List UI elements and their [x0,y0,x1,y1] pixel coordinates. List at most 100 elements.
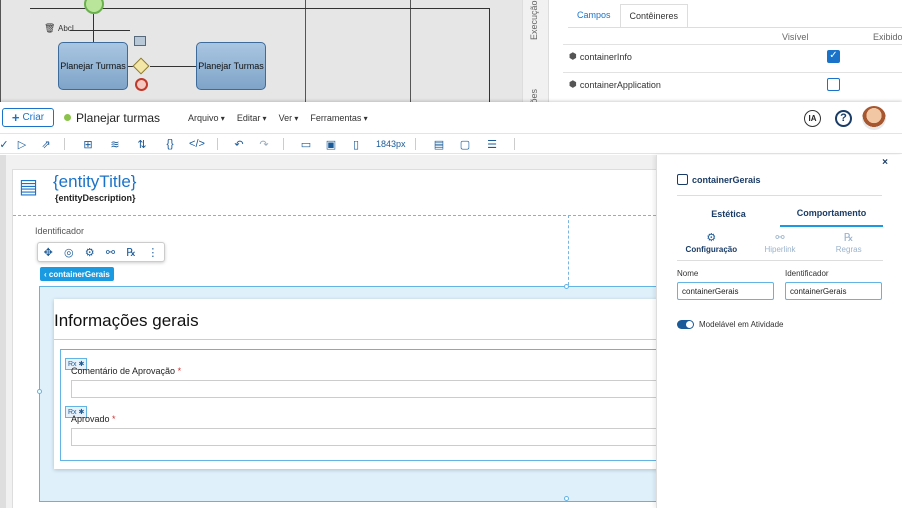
link-icon: ⚯ [775,232,785,244]
mobile-view-icon[interactable]: ▯ [348,136,364,152]
components-icon[interactable]: ⊞ [80,136,96,152]
end-event[interactable] [135,78,148,91]
panel-tabs: Estética Comportamento [677,201,883,227]
subtab-configuracao[interactable]: ⚙ Configuração [677,231,746,260]
subtab-label: Regras [835,245,862,254]
menu-arquivo[interactable]: Arquivo [188,113,225,123]
app-header: +Criar Planejar turmas Arquivo Editar Ve… [0,102,902,134]
check-icon[interactable]: ✓ [0,136,12,152]
connector [93,14,94,42]
export-icon[interactable]: ⇗ [38,136,54,152]
layers-icon[interactable]: ≋ [107,136,123,152]
flow-icon[interactable]: ⇅ [134,136,150,152]
app-title: Planejar turmas [76,110,161,125]
tab-comportamento[interactable]: Comportamento [780,201,883,227]
container-gerais[interactable]: Informações gerais Rx ✱ Comentário de Ap… [37,284,656,502]
subtab-hiperlink[interactable]: ⚯ Hiperlink [746,231,815,260]
menu-ferramentas[interactable]: Ferramentas [310,113,367,123]
visible-checkbox[interactable] [827,78,840,91]
modelavel-toggle[interactable] [677,320,694,329]
selected-component-tag[interactable]: ‹ containerGerais [40,267,114,281]
entity-description[interactable]: {entityDescription} [55,193,136,203]
table-row[interactable]: ⬢ containerInfo ✓ - [563,44,902,68]
link-icon[interactable]: ⚯ [106,246,115,259]
vertical-tabs: Execução ções [523,0,549,108]
menu-editar[interactable]: Editar [237,113,267,123]
guide-line [13,215,656,216]
field-aprovado[interactable]: Aprovado * [71,414,656,446]
fields-container[interactable]: Rx ✱ Comentário de Aprovação * Rx ✱ Apro… [60,349,656,461]
ia-icon[interactable]: IA [804,109,821,127]
play-icon[interactable]: ▷ [14,136,30,152]
visible-checkbox[interactable]: ✓ [827,50,840,63]
redo-icon[interactable]: ↷ [256,136,272,152]
toolbar-separator [415,138,416,150]
form-page[interactable]: ▤ {entityTitle} {entityDescription} Iden… [12,169,656,508]
move-icon[interactable]: ✥ [44,246,53,259]
menu-bar: Arquivo Editar Ver Ferramentas [188,113,380,123]
tab-conteineres[interactable]: Contêineres [619,4,689,28]
subtab-regras[interactable]: ℞ Regras [814,231,883,260]
more-icon[interactable]: ⋮ [147,246,158,259]
resize-handle[interactable] [564,284,569,289]
task-planejar-turmas[interactable]: Planejar Turmas [58,42,128,90]
json-icon[interactable]: {} [162,136,178,152]
cube-icon: ⬢ [569,79,577,89]
task-label: Planejar Turmas [198,61,264,71]
section-divider [54,339,656,340]
col-visivel: Visível [782,32,809,42]
aprovado-input[interactable] [71,428,656,446]
text-annotation: AbcI [58,24,75,33]
name-field[interactable] [677,282,774,300]
menu-ver[interactable]: Ver [279,113,299,123]
folder-icon[interactable]: ▢ [457,136,473,152]
palette-icon[interactable]: ◎ [64,246,74,259]
resize-handle[interactable] [37,389,42,394]
required-marker: * [177,366,182,376]
code-icon[interactable]: </> [189,136,205,152]
identifier-field[interactable] [785,282,882,300]
toolbar-separator [514,138,515,150]
task-marker [134,36,146,46]
background-properties-panel: Execução ções Campos Contêineres Visível… [522,0,902,108]
subtab-label: Hiperlink [764,245,796,254]
subtab-label: Configuração [685,245,738,254]
status-dot-icon [64,114,71,121]
gear-icon[interactable]: ⚙ [85,246,95,259]
close-icon[interactable]: × [882,157,888,168]
comentario-input[interactable] [71,380,656,398]
section-title: Informações gerais [54,311,199,330]
vtab-execucao[interactable]: Execução [529,0,539,40]
create-button[interactable]: + Criar [2,108,54,127]
field-label-text: Comentário de Aprovação [71,366,176,376]
tab-campos[interactable]: Campos [568,4,620,28]
field-label: Comentário de Aprovação * [71,366,656,376]
desktop-view-icon[interactable]: ▭ [298,136,314,152]
panel-divider [677,195,882,196]
rules-icon[interactable]: ℞ [126,246,136,259]
task-label: Planejar Turmas [60,61,126,71]
task-planejar-turmas-2[interactable]: Planejar Turmas [196,42,266,90]
canvas-gutter [0,155,6,508]
form-canvas[interactable]: ▤ {entityTitle} {entityDescription} Iden… [0,155,656,508]
resize-handle[interactable] [564,496,569,501]
table-row[interactable]: ⬢ containerApplication - [563,72,902,96]
entity-form-icon: ▤ [19,176,38,198]
trash-icon[interactable]: 🗑 [44,23,55,34]
header-actions: IA ? [790,106,886,130]
name-label: Nome [677,269,699,278]
editor-toolbar: ✓ ▷ ⇗ ⊞ ≋ ⇅ {} </> ↶ ↷ ▭ ▣ ▯ 1843px ▤ ▢ … [0,134,902,154]
properties-panel: × containerGerais Estética Comportamento… [656,155,902,508]
section-informacoes-gerais[interactable]: Informações gerais Rx ✱ Comentário de Ap… [54,299,656,469]
tablet-view-icon[interactable]: ▣ [323,136,339,152]
help-icon[interactable]: ? [835,109,852,127]
settings-sliders-icon[interactable]: ☰ [484,136,500,152]
field-label: Aprovado * [71,414,656,424]
field-comentario-aprovacao[interactable]: Comentário de Aprovação * [71,366,656,398]
undo-icon[interactable]: ↶ [231,136,247,152]
tab-estetica[interactable]: Estética [677,201,780,227]
field-label-text: Aprovado [71,414,110,424]
entity-title[interactable]: {entityTitle} [53,172,136,192]
layout-icon[interactable]: ▤ [431,136,447,152]
avatar[interactable] [862,106,886,130]
